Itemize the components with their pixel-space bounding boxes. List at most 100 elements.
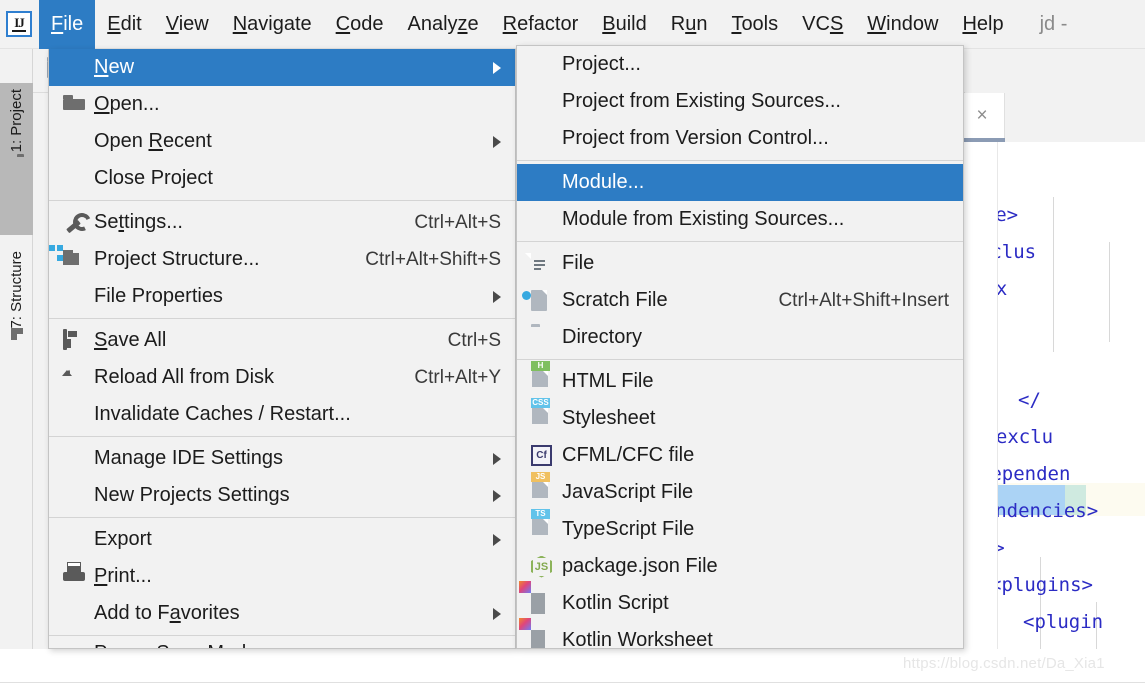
code-editor[interactable]: <scope> <exclus <ex </ </exclu </dependen/dep… — [998, 142, 1145, 684]
submenu-item-label: TypeScript File — [562, 518, 695, 540]
wrench-icon — [63, 213, 85, 233]
menubar-item-analyze[interactable]: Analyze — [395, 0, 490, 49]
menubar-item-view[interactable]: View — [154, 0, 221, 49]
file-menu-dropdown[interactable]: New Open... Open Recent Close Project Settin… — [48, 49, 516, 649]
file-menu-item-manage-ide-settings[interactable]: Manage IDE Settings — [49, 440, 515, 477]
new-submenu-item-stylesheet[interactable]: CSS Stylesheet — [517, 397, 963, 437]
new-submenu-item-project[interactable]: Project... — [517, 46, 963, 83]
file-menu-item-open-recent[interactable]: Open Recent — [49, 123, 515, 160]
new-submenu-item-kotlin-script[interactable]: Kotlin Script — [517, 580, 963, 622]
chevron-right-icon — [493, 452, 501, 465]
chevron-right-icon — [493, 61, 501, 74]
kotlin-icon — [519, 617, 553, 648]
file-menu-item-new[interactable]: New — [49, 49, 515, 86]
open-folder-icon — [63, 95, 85, 115]
submenu-item-label: Module from Existing Sources... — [562, 208, 845, 230]
menu-item-label: Project Structure... — [94, 248, 260, 270]
menubar-item-edit[interactable]: Edit — [95, 0, 153, 49]
menu-separator — [49, 635, 515, 636]
new-submenu-item-module-from-existing-sources[interactable]: Module from Existing Sources... — [517, 201, 963, 238]
new-submenu-item-module[interactable]: Module... — [517, 164, 963, 201]
menu-separator — [49, 517, 515, 518]
menubar-item-build[interactable]: Build — [590, 0, 658, 49]
code-line: <plugin — [1023, 611, 1104, 633]
new-submenu-item-cfml-cfc-file[interactable]: Cf CFML/CFC file — [517, 437, 963, 474]
file-menu-item-new-projects-settings[interactable]: New Projects Settings — [49, 477, 515, 514]
submenu-item-label: Module... — [562, 171, 645, 193]
cfml-file-icon: Cf — [531, 444, 553, 467]
new-submenu-item-javascript-file[interactable]: JS JavaScript File — [517, 471, 963, 511]
file-menu-item-export[interactable]: Export — [49, 521, 515, 558]
new-submenu-item-file[interactable]: File — [517, 245, 963, 282]
menu-item-label: Settings... — [94, 211, 183, 233]
submenu-item-label: Directory — [562, 326, 643, 348]
new-submenu-dropdown[interactable]: Project... Project from Existing Sources.… — [516, 45, 964, 649]
menubar-item-tools[interactable]: Tools — [719, 0, 790, 49]
new-submenu-item-project-from-version-control[interactable]: Project from Version Control... — [517, 120, 963, 157]
project-structure-icon — [49, 244, 85, 270]
submenu-separator — [517, 241, 963, 242]
file-menu-item-print[interactable]: Print... — [49, 558, 515, 595]
ts-file-icon: TS — [531, 508, 553, 541]
sidebar-item-structure[interactable]: 7: Structure — [0, 245, 33, 417]
submenu-item-label: Scratch File — [562, 289, 668, 311]
watermark-text: https://blog.csdn.net/Da_Xia1 — [903, 655, 1105, 672]
menu-item-label: Reload All from Disk — [94, 366, 275, 388]
editor-gutter[interactable] — [960, 142, 998, 684]
file-menu-item-settings[interactable]: Settings... Ctrl+Alt+S — [49, 204, 515, 241]
menubar-item-file[interactable]: File — [39, 0, 96, 49]
editor-tab-row: × — [960, 93, 1145, 142]
chevron-right-icon — [493, 489, 501, 502]
code-line: /dependencies> — [998, 500, 1099, 522]
menu-separator — [49, 318, 515, 319]
menu-item-label: File Properties — [94, 285, 223, 307]
menu-separator — [49, 436, 515, 437]
menu-item-label: Open... — [94, 93, 160, 115]
project-name-label: jd - — [1039, 12, 1068, 35]
menu-item-label: Open Recent — [94, 130, 212, 152]
document-icon — [531, 253, 553, 275]
submenu-item-label: CFML/CFC file — [562, 444, 695, 466]
submenu-item-label: Kotlin Worksheet — [562, 629, 713, 649]
html-file-icon: H — [531, 360, 553, 393]
chevron-right-icon — [493, 290, 501, 303]
new-submenu-item-package-json-file[interactable]: JS package.json File — [517, 548, 963, 585]
css-file-icon: CSS — [531, 397, 553, 430]
menu-item-shortcut: Ctrl+Alt+Y — [414, 366, 501, 388]
file-menu-item-file-properties[interactable]: File Properties — [49, 278, 515, 315]
sidebar-item-project[interactable]: 1: Project — [0, 83, 33, 235]
js-file-icon: JS — [531, 471, 553, 504]
file-menu-item-power-save-mode[interactable]: Power Save Mode — [49, 639, 515, 649]
file-menu-item-project-structure[interactable]: Project Structure... Ctrl+Alt+Shift+S — [49, 241, 515, 278]
new-submenu-item-directory[interactable]: Directory — [517, 319, 963, 356]
submenu-item-label: Stylesheet — [562, 407, 656, 429]
kotlin-icon — [519, 580, 553, 615]
file-menu-item-close-project[interactable]: Close Project — [49, 160, 515, 197]
menubar-item-refactor[interactable]: Refactor — [491, 0, 591, 49]
new-submenu-item-project-from-existing-sources[interactable]: Project from Existing Sources... — [517, 83, 963, 120]
menu-item-shortcut: Ctrl+S — [447, 329, 501, 351]
file-menu-item-reload-all-from-disk[interactable]: Reload All from Disk Ctrl+Alt+Y — [49, 359, 515, 396]
submenu-item-label: Project from Version Control... — [562, 127, 829, 149]
new-submenu-item-html-file[interactable]: H HTML File — [517, 360, 963, 400]
menubar-item-code[interactable]: Code — [324, 0, 396, 49]
close-icon[interactable]: × — [976, 106, 987, 125]
submenu-separator — [517, 359, 963, 360]
menubar-item-run[interactable]: Run — [659, 0, 720, 49]
file-menu-item-save-all[interactable]: Save All Ctrl+S — [49, 322, 515, 359]
file-menu-item-invalidate-caches-restart[interactable]: Invalidate Caches / Restart... — [49, 396, 515, 433]
menubar-item-navigate[interactable]: Navigate — [221, 0, 324, 49]
scratch-file-icon — [522, 289, 553, 312]
editor-tab[interactable]: × — [960, 93, 1005, 138]
chevron-right-icon — [493, 607, 501, 620]
file-menu-item-add-to-favorites[interactable]: Add to Favorites — [49, 595, 515, 632]
new-submenu-item-kotlin-worksheet[interactable]: Kotlin Worksheet — [517, 617, 963, 649]
new-submenu-item-scratch-file[interactable]: Scratch File Ctrl+Alt+Shift+Insert — [517, 282, 963, 319]
menubar-item-help[interactable]: Help — [950, 0, 1015, 49]
file-menu-item-open[interactable]: Open... — [49, 86, 515, 123]
menubar-item-vcs[interactable]: VCS — [790, 0, 855, 49]
menubar-item-window[interactable]: Window — [855, 0, 950, 49]
submenu-separator — [517, 160, 963, 161]
code-line: build> — [998, 537, 1005, 559]
new-submenu-item-typescript-file[interactable]: TS TypeScript File — [517, 508, 963, 548]
